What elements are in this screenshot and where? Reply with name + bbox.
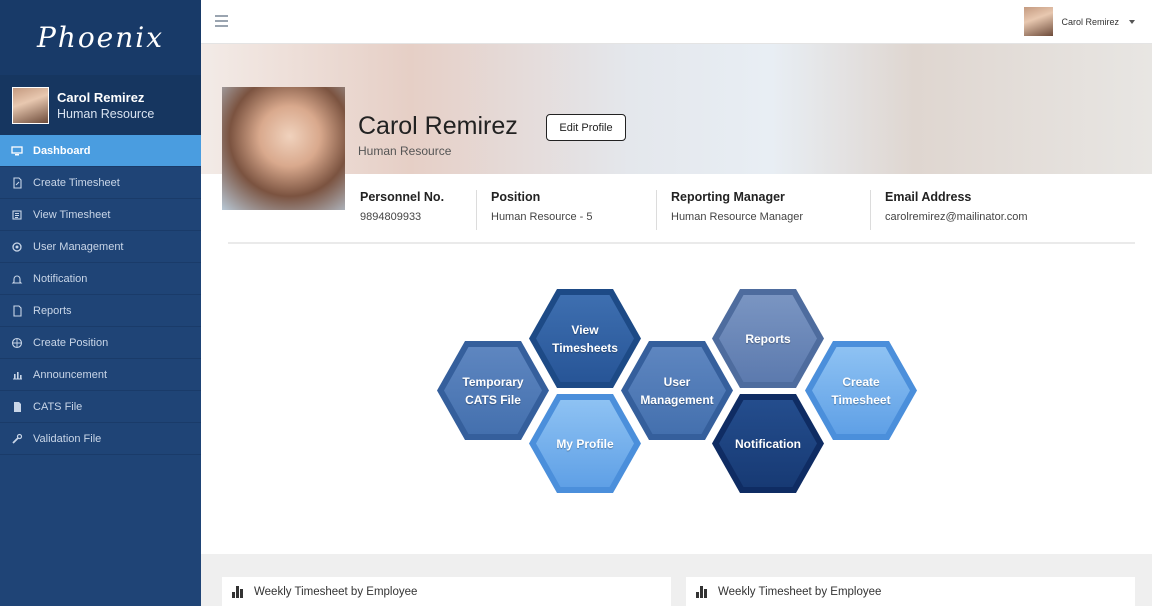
detail-heading: Personnel No. [360, 190, 445, 204]
sidebar-item-label: Reports [33, 304, 72, 317]
sidebar-item-create-position[interactable]: Create Position [0, 327, 201, 359]
sidebar-item-view-timesheet[interactable]: View Timesheet [0, 199, 201, 231]
sidebar-item-label: Create Position [33, 336, 109, 349]
sidebar: Phoenix Carol Remirez Human Resource Das… [0, 0, 201, 606]
tile-label: Create Timesheet [831, 374, 891, 407]
tile-label: My Profile [556, 436, 614, 451]
avatar [1024, 7, 1054, 36]
sidebar-item-cats-file[interactable]: CATS File [0, 391, 201, 423]
logo-text: Phoenix [36, 21, 165, 54]
detail-heading: Position [491, 190, 541, 204]
tile-my-profile[interactable]: My Profile [529, 394, 641, 493]
sidebar-item-notification[interactable]: Notification [0, 263, 201, 295]
detail-value: 9894809933 [360, 211, 422, 223]
profile-details: Personnel No. 9894809933 Position Human … [346, 190, 1071, 230]
panel-weekly-timesheet: Weekly Timesheet by Employee [686, 577, 1135, 606]
user-menu[interactable]: Carol Remirez [1024, 7, 1135, 36]
topbar: Carol Remirez [201, 0, 1152, 44]
sidebar-item-dashboard[interactable]: Dashboard [0, 135, 201, 167]
panel-title: Weekly Timesheet by Employee [254, 585, 418, 598]
avatar [12, 86, 49, 124]
gear-icon [10, 241, 24, 253]
document-edit-icon [10, 176, 24, 189]
detail-value: Human Resource - 5 [491, 211, 593, 223]
detail-position: Position Human Resource - 5 [477, 190, 657, 230]
bar-chart-icon [232, 585, 244, 598]
detail-value: Human Resource Manager [671, 211, 804, 223]
bar-chart-icon [696, 585, 708, 598]
sidebar-item-label: Notification [33, 272, 88, 285]
document-icon [10, 304, 24, 317]
sidebar-item-label: CATS File [33, 400, 83, 413]
sidebar-item-label: Dashboard [33, 144, 91, 157]
tile-label: User Management [640, 374, 714, 407]
detail-email: Email Address carolremirez@mailinator.co… [871, 190, 1071, 230]
wrench-icon [10, 433, 24, 445]
list-icon [10, 209, 24, 221]
sidebar-item-label: Validation File [33, 432, 102, 445]
tile-temporary-cats-file[interactable]: Temporary CATS File [437, 341, 549, 440]
tile-user-management[interactable]: User Management [621, 341, 733, 440]
sidebar-item-reports[interactable]: Reports [0, 295, 201, 327]
sidebar-user-block: Carol Remirez Human Resource [0, 75, 201, 135]
tile-label: Reports [745, 331, 791, 346]
profile-role: Human Resource [358, 144, 452, 158]
bottom-section: Weekly Timesheet by Employee Weekly Time… [201, 554, 1152, 606]
hamburger-menu-icon[interactable] [215, 15, 228, 30]
sidebar-user-name: Carol Remirez [57, 89, 145, 105]
profile-name: Carol Remirez [358, 112, 518, 140]
file-icon [10, 401, 24, 413]
tile-view-timesheets[interactable]: View Timesheets [529, 289, 641, 388]
detail-personnel-no: Personnel No. 9894809933 [346, 190, 477, 230]
tile-reports[interactable]: Reports [712, 289, 824, 388]
divider [228, 242, 1135, 244]
sidebar-item-label: Create Timesheet [33, 176, 120, 189]
sidebar-item-label: User Management [33, 240, 124, 253]
sidebar-item-label: View Timesheet [33, 208, 111, 221]
sidebar-item-user-management[interactable]: User Management [0, 231, 201, 263]
sidebar-item-announcement[interactable]: Announcement [0, 359, 201, 391]
sidebar-item-create-timesheet[interactable]: Create Timesheet [0, 167, 201, 199]
detail-heading: Email Address [885, 190, 972, 204]
tile-create-timesheet[interactable]: Create Timesheet [805, 341, 917, 440]
detail-reporting-manager: Reporting Manager Human Resource Manager [657, 190, 871, 230]
logo[interactable]: Phoenix [0, 0, 201, 75]
tile-notification[interactable]: Notification [712, 394, 824, 493]
edit-profile-button[interactable]: Edit Profile [546, 114, 626, 141]
tile-label: View Timesheets [552, 322, 618, 355]
tile-label: Notification [735, 436, 801, 451]
sidebar-item-label: Announcement [33, 368, 107, 381]
monitor-icon [10, 145, 24, 157]
sidebar-user-role: Human Resource [57, 106, 155, 121]
panel-weekly-timesheet: Weekly Timesheet by Employee [222, 577, 671, 606]
main-content: Carol Remirez Human Resource Edit Profil… [201, 44, 1152, 554]
panel-title: Weekly Timesheet by Employee [718, 585, 882, 598]
detail-heading: Reporting Manager [671, 190, 785, 204]
sidebar-menu: Dashboard Create Timesheet View Timeshee… [0, 135, 201, 455]
sidebar-item-validation-file[interactable]: Validation File [0, 423, 201, 455]
profile-photo [222, 87, 345, 210]
tile-label: Temporary CATS File [462, 374, 524, 407]
bar-chart-icon [10, 369, 24, 381]
chevron-down-icon[interactable] [1129, 19, 1135, 24]
bell-icon [10, 273, 24, 285]
globe-icon [10, 337, 24, 349]
detail-value: carolremirez@mailinator.com [885, 211, 1028, 223]
topbar-user-name: Carol Remirez [1061, 16, 1119, 27]
